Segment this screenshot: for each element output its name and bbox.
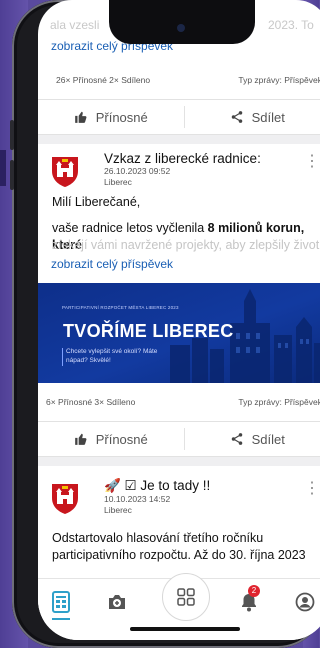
share-button[interactable]: Sdílet bbox=[185, 110, 320, 125]
message-type: Typ zprávy: Příspěvek bbox=[238, 75, 320, 85]
active-tab-indicator bbox=[52, 618, 70, 620]
thumbs-up-icon bbox=[74, 433, 87, 445]
share-icon bbox=[231, 433, 242, 445]
tab-notifications[interactable]: 2 bbox=[236, 585, 262, 615]
grid-icon bbox=[177, 588, 195, 606]
post-date: 26.10.2023 09:52 bbox=[104, 166, 171, 176]
notch bbox=[109, 0, 255, 44]
volume-button bbox=[10, 120, 14, 150]
message-type: Typ zprávy: Příspěvek bbox=[238, 397, 320, 407]
post-body: Odstartovalo hlasování třetího ročníku p… bbox=[52, 531, 306, 562]
stats-count: 6× Přínosné 3× Sdíleno bbox=[46, 397, 136, 407]
show-full-post-link[interactable]: zobrazit celý příspěvek bbox=[51, 257, 173, 271]
liberec-crest-icon bbox=[52, 157, 78, 187]
notification-badge: 2 bbox=[248, 585, 260, 597]
post-stats: 26× Přínosné 2× Sdíleno Typ zprávy: Přís… bbox=[38, 67, 320, 93]
post-header: Vzkaz z liberecké radnice: 26.10.2023 09… bbox=[38, 144, 320, 200]
post-title: 🚀 ☑ Je to tady !! bbox=[104, 478, 211, 493]
home-indicator bbox=[130, 627, 240, 631]
post-stats: 6× Přínosné 3× Sdíleno Typ zprávy: Přísp… bbox=[38, 383, 320, 421]
banner-caption: PARTICIPATIVNÍ ROZPOČET MĚSTA LIBEREC 20… bbox=[62, 305, 179, 310]
background-shadow bbox=[0, 150, 6, 186]
post-title: Vzkaz z liberecké radnice: bbox=[104, 151, 261, 166]
post-date: 10.10.2023 14:52 bbox=[104, 494, 171, 504]
post-separator bbox=[38, 135, 320, 144]
useful-button[interactable]: Přínosné bbox=[38, 110, 184, 125]
tab-profile[interactable] bbox=[292, 589, 318, 615]
thumbs-up-icon bbox=[74, 111, 87, 123]
post-place: Liberec bbox=[104, 505, 132, 515]
tab-new-report[interactable] bbox=[104, 589, 130, 615]
post-body: vaše radnice letos vyčlenila 8 milionů k… bbox=[52, 221, 305, 252]
banner-subtitle: Chcete vylepšit své okolí? Máte nápad? S… bbox=[66, 348, 158, 364]
post-actions: Přínosné Sdílet bbox=[38, 422, 320, 456]
phone-frame: ala vzesli 2023. To zobrazit celý příspě… bbox=[10, 0, 320, 648]
tab-menu[interactable] bbox=[162, 573, 210, 621]
more-options-icon[interactable]: ⋮ bbox=[304, 151, 320, 200]
post-place: Liberec bbox=[104, 177, 132, 187]
camera-icon bbox=[177, 24, 185, 32]
useful-button[interactable]: Přínosné bbox=[38, 432, 184, 447]
more-options-icon[interactable]: ⋮ bbox=[304, 478, 320, 526]
stats-count: 26× Přínosné 2× Sdíleno bbox=[56, 75, 151, 85]
profile-icon bbox=[295, 592, 315, 612]
post-separator bbox=[38, 457, 320, 466]
volume-button bbox=[10, 160, 14, 190]
banner-title: TVOŘÍME LIBEREC bbox=[63, 321, 234, 341]
post-header: 🚀 ☑ Je to tady !! 10.10.2023 14:52 Liber… bbox=[38, 466, 320, 526]
feed-icon bbox=[52, 591, 70, 613]
app-screen: ala vzesli 2023. To zobrazit celý příspě… bbox=[38, 0, 320, 640]
share-button[interactable]: Sdílet bbox=[185, 432, 320, 447]
tab-feed[interactable] bbox=[48, 589, 74, 620]
banner-accent-line bbox=[62, 348, 63, 366]
share-icon bbox=[231, 111, 242, 123]
post-body-faded: získají vámi navržené projekty, aby zlep… bbox=[52, 238, 320, 252]
post-actions: Přínosné Sdílet bbox=[38, 100, 320, 134]
show-full-post-row: zobrazit celý příspěvek bbox=[38, 253, 320, 283]
post-banner-image[interactable]: PARTICIPATIVNÍ ROZPOČET MĚSTA LIBEREC 20… bbox=[38, 283, 320, 383]
liberec-crest-icon bbox=[52, 484, 78, 514]
feed[interactable]: ala vzesli 2023. To zobrazit celý příspě… bbox=[38, 0, 320, 564]
camera-plus-icon bbox=[109, 595, 125, 609]
